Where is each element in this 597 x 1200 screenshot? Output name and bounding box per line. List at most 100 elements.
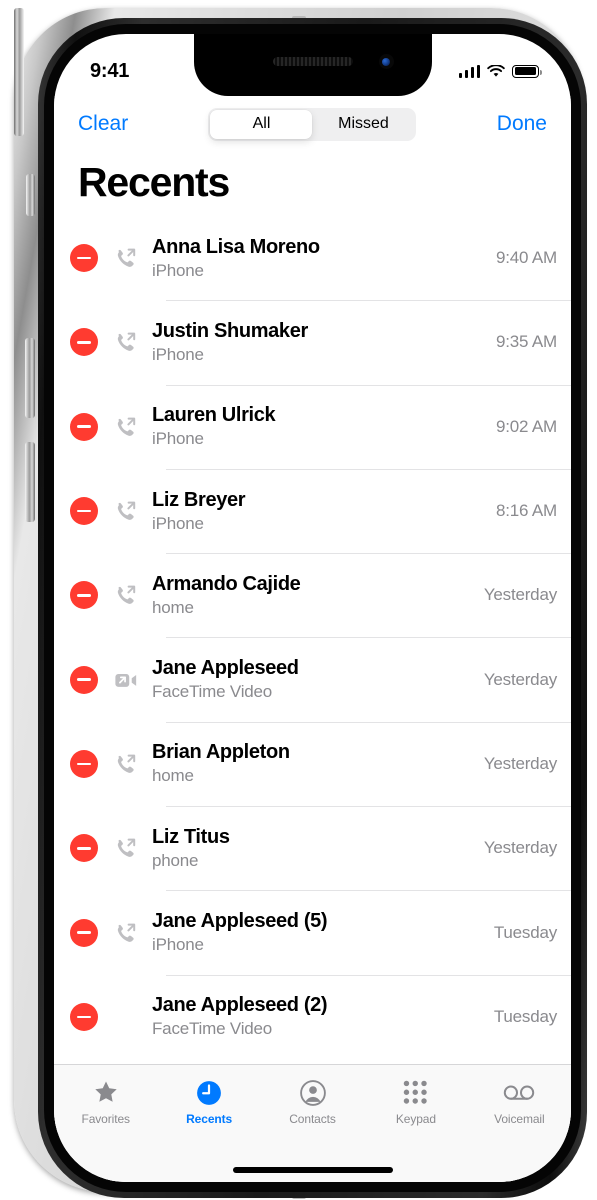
delete-call-button[interactable] xyxy=(70,665,98,694)
call-row-text: Armando Cajide home xyxy=(152,573,484,618)
minus-icon xyxy=(77,678,91,681)
row-separator xyxy=(166,468,571,470)
delete-call-button[interactable] xyxy=(70,412,98,441)
tab-label: Voicemail xyxy=(494,1112,545,1126)
call-row-text: Jane Appleseed (5) iPhone xyxy=(152,910,494,955)
outgoing-call-icon xyxy=(117,838,136,858)
minus-icon xyxy=(77,594,91,597)
done-button[interactable]: Done xyxy=(497,112,547,136)
tab-icon-wrapper xyxy=(299,1078,327,1107)
call-type-icon-wrapper xyxy=(113,670,139,690)
person-icon xyxy=(299,1079,326,1106)
delete-call-button[interactable] xyxy=(70,497,98,526)
call-list-row[interactable]: Liz Titus phone Yesterday xyxy=(54,806,571,890)
call-row-text: Liz Breyer iPhone xyxy=(152,489,496,534)
navigation-bar: Clear All Missed Done xyxy=(54,96,571,152)
call-label: iPhone xyxy=(152,513,204,533)
call-type-icon-wrapper xyxy=(113,583,139,607)
call-time: 9:40 AM xyxy=(496,248,557,268)
segment-missed[interactable]: Missed xyxy=(312,110,414,139)
call-label: FaceTime Video xyxy=(152,682,273,702)
call-type-icon-wrapper xyxy=(113,330,139,354)
call-time: 9:02 AM xyxy=(496,416,557,436)
tab-recents[interactable]: Recents xyxy=(157,1078,260,1126)
recents-call-list[interactable]: Anna Lisa Moreno iPhone 9:40 AM Justin Shum… xyxy=(54,216,571,1182)
row-separator xyxy=(166,721,571,723)
call-type-icon-wrapper xyxy=(113,752,139,776)
call-list-row[interactable]: Jane Appleseed FaceTime Video Yesterday xyxy=(54,637,571,721)
minus-icon xyxy=(77,509,91,513)
voicemail-icon xyxy=(504,1085,535,1100)
delete-call-button[interactable] xyxy=(70,1002,98,1031)
delete-call-button[interactable] xyxy=(70,749,98,778)
call-time: Tuesday xyxy=(493,1006,557,1026)
call-list-row[interactable]: Anna Lisa Moreno iPhone 9:40 AM xyxy=(54,216,571,300)
tab-label: Keypad xyxy=(395,1112,436,1126)
home-indicator[interactable] xyxy=(232,1167,393,1173)
page-title: Recents xyxy=(78,159,230,205)
call-type-icon-wrapper xyxy=(113,921,139,945)
outgoing-call-icon xyxy=(117,248,136,268)
power-button[interactable] xyxy=(14,8,24,136)
call-list-row[interactable]: Jane Appleseed (5) iPhone Tuesday xyxy=(54,890,571,974)
caller-name: Lauren Ulrick xyxy=(152,404,276,427)
call-time: Yesterday xyxy=(483,669,557,689)
call-type-icon-wrapper xyxy=(113,246,139,270)
delete-call-button[interactable] xyxy=(70,328,98,357)
call-label: home xyxy=(152,766,194,786)
call-type-icon-wrapper xyxy=(113,836,139,860)
outgoing-call-icon xyxy=(117,585,136,605)
call-list-row[interactable]: Jane Appleseed (2) FaceTime Video Tuesday xyxy=(54,974,571,1059)
call-list-row[interactable]: Liz Breyer iPhone 8:16 AM xyxy=(54,468,571,553)
call-list-row[interactable]: Justin Shumaker iPhone 9:35 AM xyxy=(54,300,571,384)
wifi-icon xyxy=(487,64,505,77)
volume-down-button[interactable] xyxy=(25,442,35,522)
delete-call-button[interactable] xyxy=(70,918,98,947)
call-type-icon-wrapper xyxy=(113,415,139,439)
outgoing-call-icon xyxy=(117,754,136,773)
call-list-row[interactable]: Lauren Ulrick iPhone 9:02 AM xyxy=(54,384,571,469)
call-list-row[interactable]: Brian Appleton home Yesterday xyxy=(54,721,571,806)
front-camera-icon xyxy=(378,54,394,69)
tab-icon-wrapper xyxy=(195,1078,223,1107)
display-notch xyxy=(193,34,432,96)
tab-favorites[interactable]: Favorites xyxy=(54,1078,157,1126)
tab-voicemail[interactable]: Voicemail xyxy=(468,1078,571,1126)
call-row-text: Brian Appleton home xyxy=(152,741,484,786)
mute-switch[interactable] xyxy=(26,174,35,216)
row-separator xyxy=(166,890,571,892)
delete-call-button[interactable] xyxy=(70,834,98,863)
delete-call-button[interactable] xyxy=(70,244,98,273)
tab-icon-wrapper xyxy=(403,1078,429,1107)
clear-button[interactable]: Clear xyxy=(78,112,128,136)
tab-icon-wrapper xyxy=(503,1078,535,1107)
call-filter-segmented-control[interactable]: All Missed xyxy=(208,107,417,141)
call-label: home xyxy=(152,597,194,617)
segment-all[interactable]: All xyxy=(210,109,313,139)
row-separator xyxy=(166,806,571,808)
tab-bar[interactable]: Favorites Recents Contacts Keypad Voicemail xyxy=(54,1064,571,1182)
delete-call-button[interactable] xyxy=(70,581,98,610)
call-time: Tuesday xyxy=(493,922,557,942)
row-separator xyxy=(166,974,571,976)
call-label: FaceTime Video xyxy=(152,1019,273,1039)
cellular-bars-icon xyxy=(458,64,480,78)
minus-icon xyxy=(77,256,91,260)
caller-name: Liz Titus xyxy=(152,825,230,848)
volume-up-button[interactable] xyxy=(25,338,35,418)
minus-icon xyxy=(77,1015,91,1019)
tab-label: Favorites xyxy=(81,1112,130,1126)
caller-name: Jane Appleseed (2) xyxy=(152,994,328,1017)
outgoing-call-icon xyxy=(117,923,136,942)
call-list-row[interactable]: Armando Cajide home Yesterday xyxy=(54,553,571,637)
minus-icon xyxy=(77,341,91,344)
status-bar-icons xyxy=(458,64,542,78)
minus-icon xyxy=(77,425,91,429)
call-row-text: Justin Shumaker iPhone xyxy=(152,320,496,365)
call-label: phone xyxy=(152,850,199,870)
caller-name: Jane Appleseed xyxy=(152,657,299,680)
clock-icon xyxy=(197,1080,222,1105)
caller-name: Brian Appleton xyxy=(152,741,290,764)
tab-keypad[interactable]: Keypad xyxy=(364,1078,467,1126)
tab-contacts[interactable]: Contacts xyxy=(261,1078,364,1126)
